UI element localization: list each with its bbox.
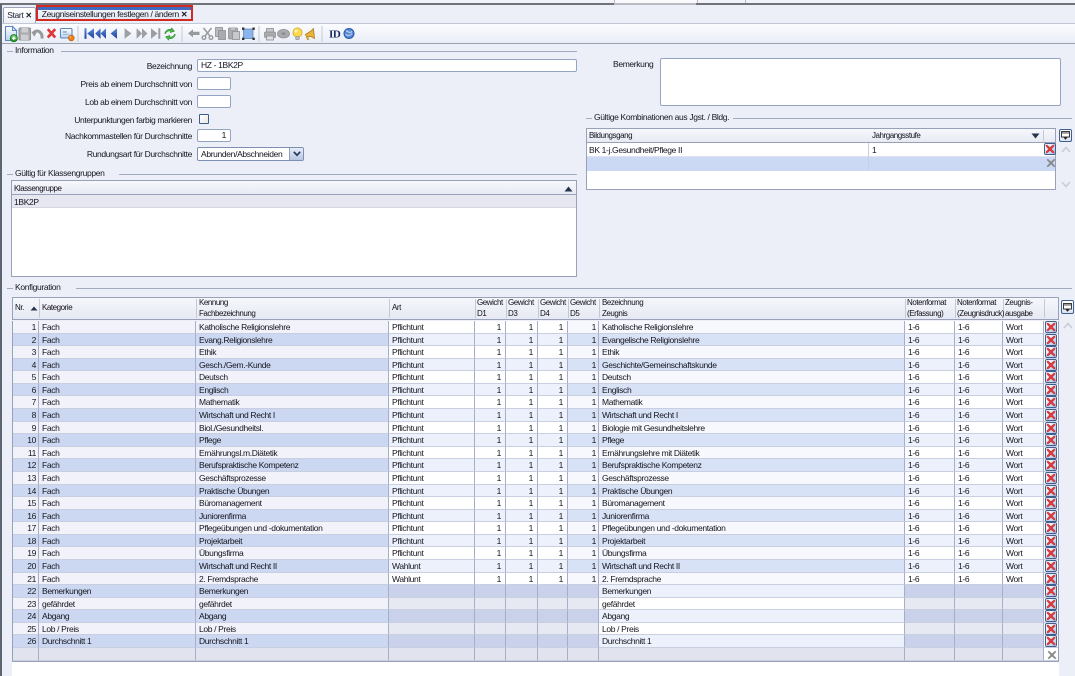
- svg-text:ID: ID: [329, 29, 341, 41]
